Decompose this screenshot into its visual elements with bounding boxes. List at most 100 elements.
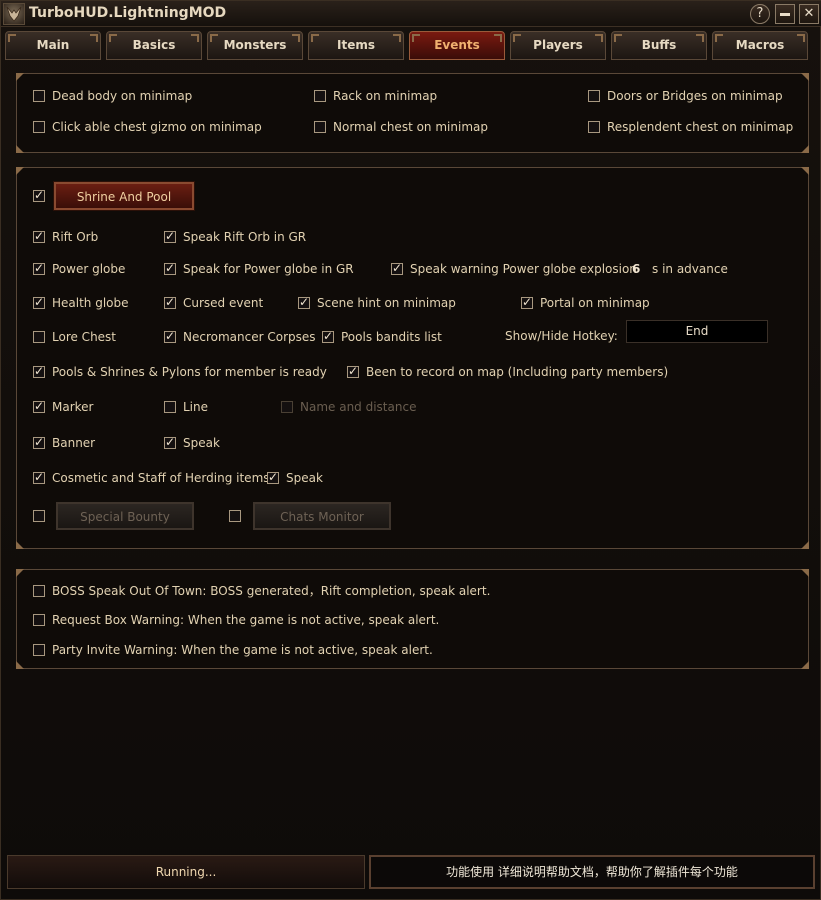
- name-and-distance-checkbox: Name and distance: [281, 400, 416, 414]
- checkbox-box: [33, 614, 45, 626]
- tab-items[interactable]: Items: [308, 31, 404, 60]
- portal-checkbox[interactable]: Portal on minimap: [521, 295, 650, 310]
- click-able-chest-checkbox[interactable]: Click able chest gizmo on minimap: [33, 120, 262, 134]
- checkbox-box: [33, 121, 45, 133]
- scene-hint-checkbox[interactable]: Scene hint on minimap: [298, 295, 456, 310]
- checkbox-label: Speak: [286, 471, 323, 485]
- help-docs-button[interactable]: 功能使用 详细说明帮助文档，帮助你了解插件每个功能: [369, 855, 815, 889]
- special-bounty-checkbox[interactable]: [33, 510, 52, 522]
- doors-bridges-checkbox[interactable]: Doors or Bridges on minimap: [588, 89, 783, 103]
- chats-monitor-button[interactable]: Chats Monitor: [253, 502, 391, 530]
- request-box-checkbox[interactable]: Request Box Warning: When the game is no…: [33, 613, 439, 627]
- checkbox-label: Dead body on minimap: [52, 89, 193, 103]
- marker-checkbox[interactable]: Marker: [33, 399, 94, 414]
- checkbox-label: Power globe: [52, 262, 126, 276]
- minimize-icon: [780, 13, 790, 16]
- rift-orb-checkbox[interactable]: Rift Orb: [33, 229, 99, 244]
- checkbox-box: [33, 644, 45, 656]
- checkbox-box: [33, 90, 45, 102]
- checkbox-box: [164, 295, 176, 309]
- checkbox-label: Lore Chest: [52, 330, 117, 344]
- checkbox-box: [314, 121, 326, 133]
- checkbox-label: Rift Orb: [52, 230, 99, 244]
- checkbox-box: [588, 121, 600, 133]
- resplendent-chest-checkbox[interactable]: Resplendent chest on minimap: [588, 120, 793, 134]
- checkbox-label: Request Box Warning: When the game is no…: [52, 613, 440, 627]
- tab-buffs[interactable]: Buffs: [611, 31, 707, 60]
- checkbox-label: Normal chest on minimap: [333, 120, 488, 134]
- hotkey-label: Show/Hide Hotkey:: [505, 329, 618, 343]
- app-window: TurboHUD.LightningMOD ? ✕ Main Basics Mo…: [0, 0, 821, 900]
- hotkey-input[interactable]: End: [626, 320, 768, 343]
- shrine-and-pool-checkbox[interactable]: [33, 188, 52, 202]
- checkbox-label: Marker: [52, 400, 94, 414]
- minimap-options-panel: [16, 73, 809, 153]
- checkbox-label: Resplendent chest on minimap: [607, 120, 794, 134]
- rack-checkbox[interactable]: Rack on minimap: [314, 89, 437, 103]
- necromancer-corpses-checkbox[interactable]: Necromancer Corpses: [164, 329, 316, 344]
- boss-speak-checkbox[interactable]: BOSS Speak Out Of Town: BOSS generated，R…: [33, 582, 490, 599]
- checkbox-label: Banner: [52, 436, 96, 450]
- health-globe-checkbox[interactable]: Health globe: [33, 295, 129, 310]
- tab-basics[interactable]: Basics: [106, 31, 202, 60]
- normal-chest-checkbox[interactable]: Normal chest on minimap: [314, 120, 488, 134]
- checkbox-label: Cosmetic and Staff of Herding items: [52, 471, 270, 485]
- been-to-record-checkbox[interactable]: Been to record on map (Including party m…: [347, 364, 669, 379]
- speak-warning-checkbox[interactable]: Speak warning Power globe explosion: [391, 261, 637, 276]
- checkbox-box: [33, 399, 45, 413]
- line-checkbox[interactable]: Line: [164, 400, 208, 414]
- tab-macros[interactable]: Macros: [712, 31, 808, 60]
- checkbox-box: [347, 364, 359, 378]
- checkbox-box: [164, 435, 176, 449]
- tab-players[interactable]: Players: [510, 31, 606, 60]
- checkbox-box: [521, 295, 533, 309]
- checkbox-box: [391, 261, 403, 275]
- help-button[interactable]: ?: [750, 4, 770, 24]
- dead-body-checkbox[interactable]: Dead body on minimap: [33, 89, 192, 103]
- title-bar: TurboHUD.LightningMOD ? ✕: [1, 1, 821, 27]
- minimize-button[interactable]: [775, 4, 795, 24]
- shrine-and-pool-button[interactable]: Shrine And Pool: [54, 182, 194, 210]
- checkbox-box: [33, 584, 45, 597]
- checkbox-box: [33, 229, 45, 243]
- speak-rift-orb-checkbox[interactable]: Speak Rift Orb in GR: [164, 229, 307, 244]
- checkbox-label: Pools bandits list: [341, 330, 442, 344]
- tab-events[interactable]: Events: [409, 31, 505, 60]
- checkbox-label: Speak warning Power globe explosion: [410, 262, 637, 276]
- tab-monsters[interactable]: Monsters: [207, 31, 303, 60]
- pools-bandits-checkbox[interactable]: Pools bandits list: [322, 329, 442, 344]
- cosmetic-speak-checkbox[interactable]: Speak: [267, 470, 323, 485]
- speak-power-globe-checkbox[interactable]: Speak for Power globe in GR: [164, 261, 354, 276]
- tab-main[interactable]: Main: [5, 31, 101, 60]
- checkbox-box: [33, 295, 45, 309]
- checkbox-label: Line: [183, 400, 209, 414]
- checkbox-box: [281, 401, 293, 413]
- banner-checkbox[interactable]: Banner: [33, 435, 96, 450]
- window-title: TurboHUD.LightningMOD: [29, 5, 227, 21]
- party-invite-checkbox[interactable]: Party Invite Warning: When the game is n…: [33, 643, 433, 657]
- checkbox-box: [298, 295, 310, 309]
- checkbox-box: [33, 331, 45, 343]
- checkbox-box: [33, 261, 45, 275]
- pools-ready-checkbox[interactable]: Pools & Shrines & Pylons for member is r…: [33, 364, 327, 379]
- checkbox-label: Health globe: [52, 296, 129, 310]
- checkbox-box: [33, 470, 45, 484]
- cursed-event-checkbox[interactable]: Cursed event: [164, 295, 263, 310]
- advance-seconds-value[interactable]: 6: [632, 262, 640, 276]
- checkbox-label: Doors or Bridges on minimap: [607, 89, 783, 103]
- checkbox-label: Been to record on map (Including party m…: [366, 365, 669, 379]
- power-globe-checkbox[interactable]: Power globe: [33, 261, 126, 276]
- checkbox-label: Rack on minimap: [333, 89, 438, 103]
- banner-speak-checkbox[interactable]: Speak: [164, 435, 220, 450]
- chats-monitor-checkbox[interactable]: [229, 510, 248, 522]
- special-bounty-button[interactable]: Special Bounty: [56, 502, 194, 530]
- lore-chest-checkbox[interactable]: Lore Chest: [33, 330, 116, 344]
- checkbox-box: [322, 329, 334, 343]
- checkbox-label: Scene hint on minimap: [317, 296, 456, 310]
- checkbox-box: [33, 435, 45, 449]
- close-button[interactable]: ✕: [799, 4, 819, 24]
- cosmetic-items-checkbox[interactable]: Cosmetic and Staff of Herding items: [33, 470, 270, 485]
- checkbox-label: Speak Rift Orb in GR: [183, 230, 307, 244]
- checkbox-label: Speak for Power globe in GR: [183, 262, 354, 276]
- checkbox-label: Party Invite Warning: When the game is n…: [52, 643, 433, 657]
